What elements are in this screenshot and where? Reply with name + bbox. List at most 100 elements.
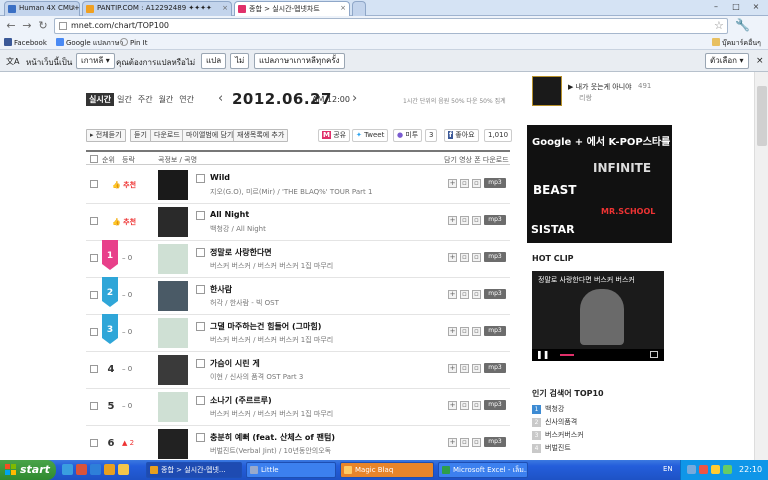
table-row[interactable]: 1– 0 정말로 사랑한다면 버스커 버스커 / 버스커 버스커 1집 마무리 + ▫ ▫… [86,240,510,278]
phone-icon[interactable]: ▫ [472,179,481,188]
table-row[interactable]: 6 ▲ 2 충분히 예뻐 (feat. 산체스 of 팬텀) 버벌진트(Verbal … [86,425,510,460]
prev-date-icon[interactable]: ‹ [218,91,223,106]
row-checkbox[interactable] [90,365,98,373]
show-desktop-icon[interactable] [90,464,101,475]
song-meta[interactable]: 백청강 / All Night [210,224,266,234]
close-icon[interactable]: × [222,4,228,12]
keyword-item[interactable]: 1 백청강 [532,404,564,414]
tweet-button[interactable]: ✦ Tweet [352,129,389,142]
keyword-item[interactable]: 4 버벌진트 [532,443,571,453]
song-title[interactable]: 한사람 [210,284,232,295]
task-chrome[interactable]: 종합 > 실시간-멥넷... [146,462,242,478]
forward-arrow-icon[interactable]: → [20,19,34,33]
album-thumbnail[interactable] [158,281,188,311]
song-title[interactable]: All Night [210,210,249,219]
row-checkbox[interactable] [90,439,98,447]
kpop-google-ad[interactable]: Google + 에서 K-POP스타를 만나세요 BEAST INFINITE… [527,125,672,243]
options-button[interactable]: ตัวเลือก ▾ [705,53,749,69]
song-title[interactable]: Wild [210,173,230,182]
media-icon[interactable] [76,464,87,475]
song-meta[interactable]: 이현 / 신사의 품격 OST Part 3 [210,372,303,382]
album-info-icon[interactable] [196,248,205,257]
pause-icon[interactable]: ❚❚ [536,350,549,359]
add-icon[interactable]: + [448,179,457,188]
video-icon[interactable]: ▫ [460,438,469,447]
mp3-download-button[interactable]: mp3 [484,252,506,262]
bookmark-star-icon[interactable]: ☆ [714,19,724,32]
close-translate-icon[interactable]: × [756,56,764,66]
phone-icon[interactable]: ▫ [472,290,481,299]
phone-icon[interactable]: ▫ [472,216,481,225]
album-thumbnail[interactable] [158,170,188,200]
album-thumbnail[interactable] [158,392,188,422]
add-icon[interactable]: + [448,253,457,262]
no-button[interactable]: ไม่ [230,53,250,69]
album-thumbnail[interactable] [158,355,188,385]
song-meta[interactable]: 버스커 버스커 / 버스커 버스커 1집 마무리 [210,261,333,271]
tab-yearly[interactable]: 연간 [176,93,197,106]
tab-monthly[interactable]: 월간 [156,93,177,106]
table-row[interactable]: 👍 추천 All Night 백청강 / All Night + ▫ ▫ mp3 [86,203,510,241]
row-checkbox[interactable] [90,217,98,225]
table-row[interactable]: 3 – 0 그댈 마주하는건 힘들어 (그마힘) 버스커 버스커 / 버스커 버스커 … [86,314,510,352]
add-playlist-button[interactable]: 재생목록에 추가 [233,129,289,142]
album-thumbnail[interactable] [158,207,188,237]
table-row[interactable]: 2– 0 한사람 허각 / 한사람 - 빅 OST + ▫ ▫ mp3 [86,277,510,315]
browser-tab-1[interactable]: Human 4X CMU+ × [4,1,80,16]
language-indicator[interactable]: EN [663,465,673,473]
song-title[interactable]: 충분히 예뻐 (feat. 산체스 of 팬텀) [210,432,335,443]
video-icon[interactable]: ▫ [460,327,469,336]
row-checkbox[interactable] [90,291,98,299]
video-icon[interactable]: ▫ [460,179,469,188]
chrome-icon[interactable] [104,464,115,475]
bookmark-facebook[interactable]: Facebook [4,38,47,47]
hot-clip-video[interactable]: 정말로 사랑한다면 버스커 버스커 ❚❚ [532,271,664,361]
add-icon[interactable]: + [448,401,457,410]
translate-button[interactable]: แปล [201,53,227,69]
add-icon[interactable]: + [448,438,457,447]
mp3-download-button[interactable]: mp3 [484,437,506,447]
phone-icon[interactable]: ▫ [472,401,481,410]
album-info-icon[interactable] [196,211,205,220]
song-title[interactable]: 가슴이 시린 게 [210,358,260,369]
song-title[interactable]: 정말로 사랑한다면 [210,247,272,258]
row-checkbox[interactable] [90,180,98,188]
album-info-icon[interactable] [196,359,205,368]
close-icon[interactable]: × [70,4,76,12]
album-thumbnail[interactable] [158,318,188,348]
album-thumbnail[interactable] [158,244,188,274]
row-checkbox[interactable] [90,328,98,336]
task-little[interactable]: Little [246,462,336,478]
play-all-button[interactable]: ▸ 전체듣기 [86,129,126,142]
reload-icon[interactable]: ↻ [36,19,50,33]
table-row[interactable]: 👍 추천 Wild 지오(G.O), 미르(Mir) / 'THE BLAQ%' T… [86,166,510,204]
task-excel[interactable]: Microsoft Excel - เล็ม... [438,462,528,478]
tab-daily[interactable]: 일간 [114,93,135,106]
song-meta[interactable]: 버벌진트(Verbal Jint) / 10년동안의오독 [210,446,331,456]
mp3-download-button[interactable]: mp3 [484,400,506,410]
close-icon[interactable]: × [340,4,346,12]
song-meta[interactable]: 버스커 버스커 / 버스커 버스커 1집 마무리 [210,409,333,419]
keyword-item[interactable]: 2 신사의품격 [532,417,577,427]
song-title[interactable]: 소나기 (주르르루) [210,395,272,406]
video-icon[interactable]: ▫ [460,216,469,225]
tab-realtime[interactable]: 실시간 [86,93,115,106]
album-info-icon[interactable] [196,174,205,183]
me2day-button[interactable]: ● 미투 [393,129,423,142]
table-row[interactable]: 4– 0 가슴이 시린 게 이현 / 신사의 품격 OST Part 3 + ▫ ▫ mp3 [86,351,510,389]
facebook-like-button[interactable]: f 좋아요 [444,129,479,142]
album-info-icon[interactable] [196,433,205,442]
video-icon[interactable]: ▫ [460,364,469,373]
mnet-share-button[interactable]: M 공유 [318,129,351,142]
video-icon[interactable]: ▫ [460,401,469,410]
now-album-art[interactable] [532,76,562,106]
add-icon[interactable]: + [448,216,457,225]
network-icon[interactable] [687,465,696,474]
row-checkbox[interactable] [90,402,98,410]
clip-progress[interactable] [560,354,574,356]
album-info-icon[interactable] [196,285,205,294]
fullscreen-icon[interactable] [650,351,658,358]
always-translate-button[interactable]: แปลภาษาเกาหลีทุกครั้ง [254,53,345,69]
song-title[interactable]: 그댈 마주하는건 힘들어 (그마힘) [210,321,321,332]
download-button[interactable]: 다운로드 [150,129,184,142]
